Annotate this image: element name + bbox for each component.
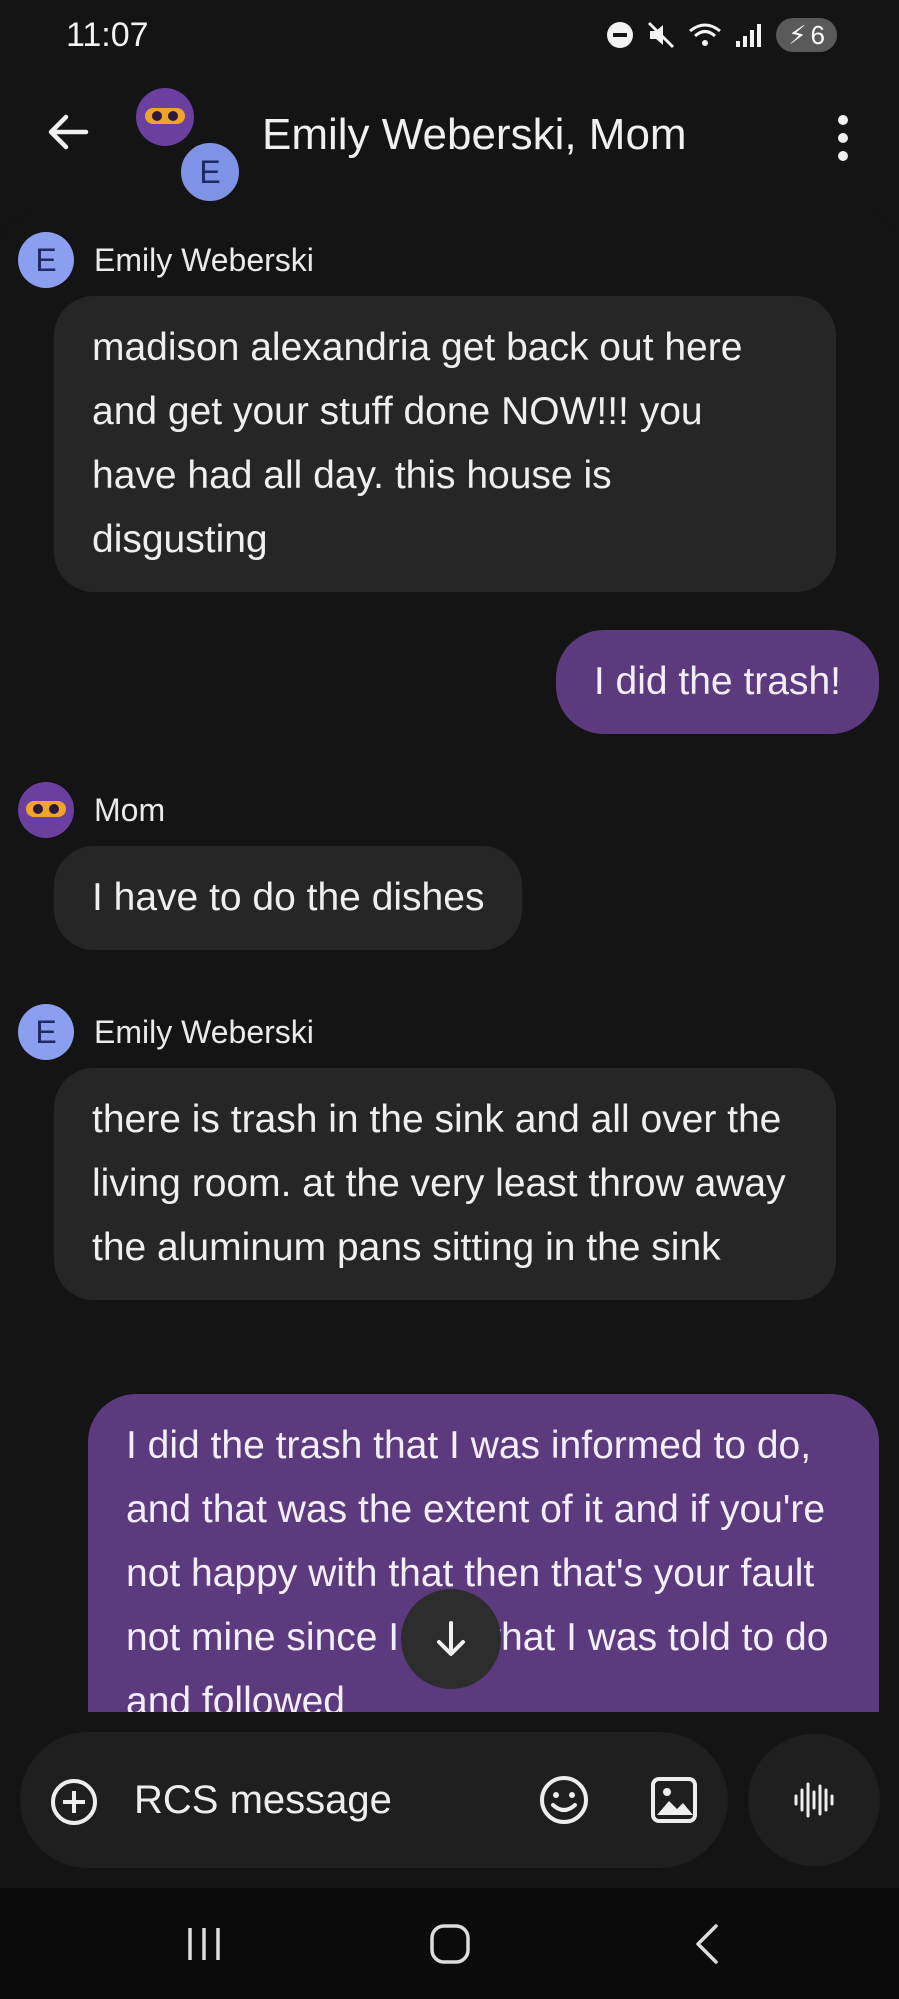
sender-name: Emily Weberski <box>94 241 314 278</box>
message-composer: RCS message <box>20 1732 728 1868</box>
nav-back-icon[interactable] <box>686 1922 730 1966</box>
message-input[interactable]: RCS message <box>134 1778 392 1823</box>
more-vert-icon[interactable] <box>823 108 863 168</box>
sender-row: Mom <box>18 782 165 838</box>
voice-icon <box>794 1782 834 1818</box>
outgoing-message[interactable]: I did the trash! <box>555 630 879 734</box>
sender-row: E Emily Weberski <box>18 232 314 288</box>
battery-level: 6 <box>810 19 825 50</box>
status-icons: ⚡ 6 <box>606 18 837 52</box>
emoji-icon[interactable] <box>538 1774 590 1826</box>
sender-name: Emily Weberski <box>94 1013 314 1050</box>
incoming-message[interactable]: there is trash in the sink and all over … <box>54 1068 836 1300</box>
emily-avatar[interactable]: E <box>18 1004 74 1060</box>
status-bar: 11:07 ⚡ 6 <box>0 0 899 72</box>
signal-icon <box>736 24 762 47</box>
battery-indicator: ⚡ 6 <box>776 18 837 52</box>
dnd-icon <box>607 22 634 48</box>
scroll-to-bottom-button[interactable] <box>401 1589 501 1689</box>
group-avatar[interactable]: E <box>136 88 246 204</box>
sender-row: E Emily Weberski <box>18 1004 314 1060</box>
add-circle-icon[interactable] <box>50 1778 98 1826</box>
mom-avatar <box>136 88 194 146</box>
message-list[interactable]: E Emily Weberski madison alexandria get … <box>0 212 899 1712</box>
back-arrow-icon[interactable] <box>38 102 98 162</box>
arrow-down-icon <box>437 1621 465 1656</box>
home-icon[interactable] <box>428 1922 472 1966</box>
conversation-header: E Emily Weberski, Mom <box>0 72 899 204</box>
emily-avatar: E <box>178 140 242 204</box>
recents-icon[interactable] <box>180 1924 228 1964</box>
mom-avatar[interactable] <box>18 782 74 838</box>
image-icon[interactable] <box>648 1774 700 1826</box>
conversation-title[interactable]: Emily Weberski, Mom <box>262 110 687 160</box>
charging-icon: ⚡ <box>788 19 807 50</box>
voice-message-button[interactable] <box>748 1734 880 1866</box>
sender-name: Mom <box>94 791 166 828</box>
incoming-message[interactable]: madison alexandria get back out here and… <box>54 296 836 592</box>
incoming-message[interactable]: I have to do the dishes <box>54 846 523 950</box>
status-time: 11:07 <box>66 16 149 54</box>
mute-icon <box>648 21 675 49</box>
system-nav-bar <box>0 1888 899 1999</box>
wifi-icon <box>689 23 722 46</box>
emily-avatar[interactable]: E <box>18 232 74 288</box>
